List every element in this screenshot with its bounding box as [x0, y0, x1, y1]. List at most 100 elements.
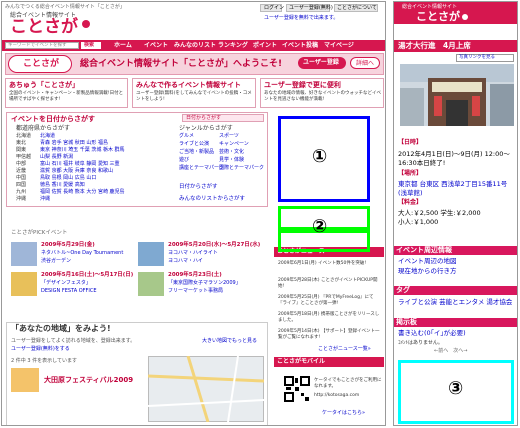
- event-title[interactable]: ネタバトル~One Day Tournament: [41, 251, 123, 256]
- event-title[interactable]: ヨコハマ・ハイライト: [168, 251, 218, 256]
- nav-points[interactable]: ポイント: [253, 43, 277, 49]
- nav-home[interactable]: ホーム: [114, 43, 132, 49]
- area-event-title[interactable]: 大田原フェスティバル2009: [44, 377, 133, 384]
- banner-detail-button[interactable]: 詳細へ: [350, 57, 380, 69]
- nav-ranking[interactable]: ランキング: [218, 43, 248, 49]
- qr-code-icon: [284, 376, 310, 402]
- price-value: 大人:￥2,500 学生:￥2,000 小人:￥1,000: [398, 209, 481, 226]
- region-name: 関東: [16, 147, 27, 153]
- map-roads: [148, 356, 264, 422]
- mobile-header: ことさがモバイル: [274, 357, 384, 367]
- banner-title: 総合イベント情報サイト「ことさが」へようこそ!: [80, 59, 283, 69]
- top-tagline: みんなでつくる総合イベント情報サイト「ことさが」: [5, 4, 125, 10]
- site-logo[interactable]: ことさが: [10, 19, 78, 36]
- region-prefectures[interactable]: 富山 石川 福井 岐阜 静岡 愛知 三重: [40, 162, 120, 167]
- event-title-bar: 湯才大行進 4月上席: [394, 40, 517, 52]
- news-item[interactable]: 2009年5月14日(木) 【サポート】登録イベント一覧がご覧になれます!: [278, 329, 380, 341]
- big-map-link[interactable]: 大きい地図でもっと見る: [202, 339, 257, 344]
- event-thumbnail[interactable]: [138, 242, 164, 266]
- banner-logo: ことさが: [8, 55, 72, 73]
- board-note: ｺﾒﾝﾄはありません。: [398, 340, 443, 346]
- info-link-directions[interactable]: 現在地からの行き方: [398, 268, 457, 275]
- region-prefectures[interactable]: 沖縄: [40, 197, 50, 202]
- event-title[interactable]: 「デザインフェスタ」: [41, 281, 91, 286]
- place-label: 【場所】: [398, 170, 423, 177]
- mobile-link[interactable]: ケータイはこちら»: [322, 411, 365, 416]
- nav-everyone-list[interactable]: みんなのリスト: [174, 43, 216, 49]
- region-prefectures[interactable]: 鳥取 島根 岡山 広島 山口: [40, 176, 96, 181]
- logo-dot-icon: [82, 20, 90, 28]
- region-prefectures[interactable]: 福岡 佐賀 長崎 熊本 大分 宮崎 鹿児島: [40, 190, 125, 195]
- mobile-logo-dot-icon: [462, 14, 468, 20]
- event-thumbnail[interactable]: [11, 242, 37, 266]
- section-board: 掲示板: [394, 318, 517, 327]
- event-thumbnail[interactable]: [11, 272, 37, 296]
- photo-link-button[interactable]: 写真リンクを見る: [456, 54, 514, 62]
- region-prefectures[interactable]: 東京 神奈川 埼玉 千葉 茨城 栃木 群馬: [40, 148, 125, 153]
- banner-register-button[interactable]: ユーザー登録: [298, 57, 346, 69]
- genre-link[interactable]: 講座とテーマパーク: [179, 166, 224, 171]
- region-prefectures[interactable]: 滋賀 京都 大阪 兵庫 奈良 和歌山: [40, 169, 113, 174]
- region-name: 東北: [16, 140, 27, 146]
- mobile-body: ケータイでもことさがをご利用になれます。: [314, 378, 382, 389]
- genre-search-title: ジャンルからさがす: [179, 125, 233, 132]
- board-post-link[interactable]: 書き込む(0｢イ｣が必要): [398, 330, 466, 337]
- list-search-link[interactable]: みんなのリストからさがす: [179, 196, 245, 203]
- region-prefectures[interactable]: 北海道: [40, 134, 55, 139]
- genre-link[interactable]: 芸術・文化: [219, 150, 244, 155]
- area-register-link[interactable]: ユーザー登録(無料)をする: [11, 347, 70, 352]
- event-place[interactable]: ヨコハマ・ハイ: [168, 259, 203, 264]
- event-place[interactable]: 渋谷ガーデン: [41, 259, 71, 264]
- genre-link[interactable]: ライブと公演: [179, 142, 209, 147]
- about-button[interactable]: ことさがについて: [334, 4, 378, 12]
- genre-link[interactable]: スポーツ: [219, 134, 239, 139]
- register-notice[interactable]: ユーザー登録を無料で出来ます。: [264, 16, 338, 21]
- region-name: 中部: [16, 161, 27, 167]
- pickup-title: ことさがPICKイベント: [11, 230, 68, 236]
- genre-link[interactable]: 見学・体験: [219, 158, 244, 163]
- search-button[interactable]: 検索: [81, 42, 101, 49]
- event-thumbnail[interactable]: [138, 272, 164, 296]
- place-value[interactable]: 東京都 台東区 西浅草2丁目15番11号(浅草館): [398, 180, 516, 198]
- board-pager[interactable]: ←前へ 次へ→: [434, 349, 467, 354]
- region-name: 九州: [16, 189, 27, 195]
- event-search-title: イベントを日付からさがす: [11, 115, 95, 123]
- genre-link[interactable]: 国際とテーマパーク: [219, 166, 264, 171]
- region-name: 四国: [16, 182, 27, 188]
- area-event-thumbnail[interactable]: [11, 368, 39, 392]
- mobile-site-logo[interactable]: ことさが: [416, 11, 460, 22]
- news-item[interactable]: 2009年6月1日(月) イベント数50件を突破!: [278, 261, 380, 267]
- genre-link[interactable]: 遊び: [179, 158, 189, 163]
- region-name: 沖縄: [16, 196, 27, 202]
- region-prefectures[interactable]: 青森 岩手 宮城 秋田 山形 福島: [40, 141, 108, 146]
- info-link-map[interactable]: イベント周辺の地図: [398, 258, 457, 265]
- date-search-tab[interactable]: 日付からさがす: [182, 114, 264, 122]
- region-name: 近畿: [16, 168, 27, 174]
- date-search-link[interactable]: 日付からさがす: [179, 184, 218, 191]
- mobile-site-frame: 総合イベント情報サイト ことさが 湯才大行進 4月上席 写真リンクを見る 【日時…: [393, 1, 518, 426]
- tag-links[interactable]: ライブと公演 芸能とエンタメ 湯才協会: [398, 298, 516, 307]
- nav-event[interactable]: イベント: [144, 43, 168, 49]
- genre-link[interactable]: ご当地・新製品: [179, 150, 214, 155]
- region-prefectures[interactable]: 山梨 長野 新潟: [40, 155, 73, 160]
- annotation-label-2: ②: [312, 216, 328, 237]
- event-place[interactable]: フリーマーケット事務局: [168, 289, 223, 294]
- area-title: 「あなたの地域」をみよう!: [11, 324, 111, 333]
- event-place[interactable]: DESIGN FESTA OFFICE: [41, 289, 97, 294]
- news-item[interactable]: 2009年5月25日(月) 『PRでMyFreeLog』にて『ライブ』とことさが…: [278, 295, 380, 307]
- search-input[interactable]: キーワードでイベントを探す: [5, 42, 79, 49]
- area-step: 2 件中 3 件を表示しています: [11, 358, 77, 364]
- event-date: 2009年5月23日(土): [168, 272, 222, 278]
- news-item[interactable]: 2009年5月28日(木) ことさがイベントPICKUP開始!: [278, 278, 380, 290]
- genre-link[interactable]: グルメ: [179, 134, 194, 139]
- news-more-link[interactable]: ことさがニュース一覧»: [318, 347, 371, 352]
- event-date: 2009年5月20日(水)～5月27日(水): [168, 242, 261, 248]
- genre-link[interactable]: キャンペーン: [219, 142, 249, 147]
- nav-post-event[interactable]: イベント投稿: [282, 43, 318, 49]
- nav-mypage[interactable]: マイページ: [324, 43, 354, 49]
- register-button[interactable]: ユーザー登録(無料): [286, 4, 333, 12]
- news-item[interactable]: 2009年5月18日(月) 携帯版ことさがをリリースしました。: [278, 312, 380, 324]
- login-button[interactable]: ログイン: [260, 4, 284, 12]
- event-title[interactable]: 「東京国際女子マラソン2009」: [168, 281, 241, 286]
- region-prefectures[interactable]: 徳島 香川 愛媛 高知: [40, 183, 85, 188]
